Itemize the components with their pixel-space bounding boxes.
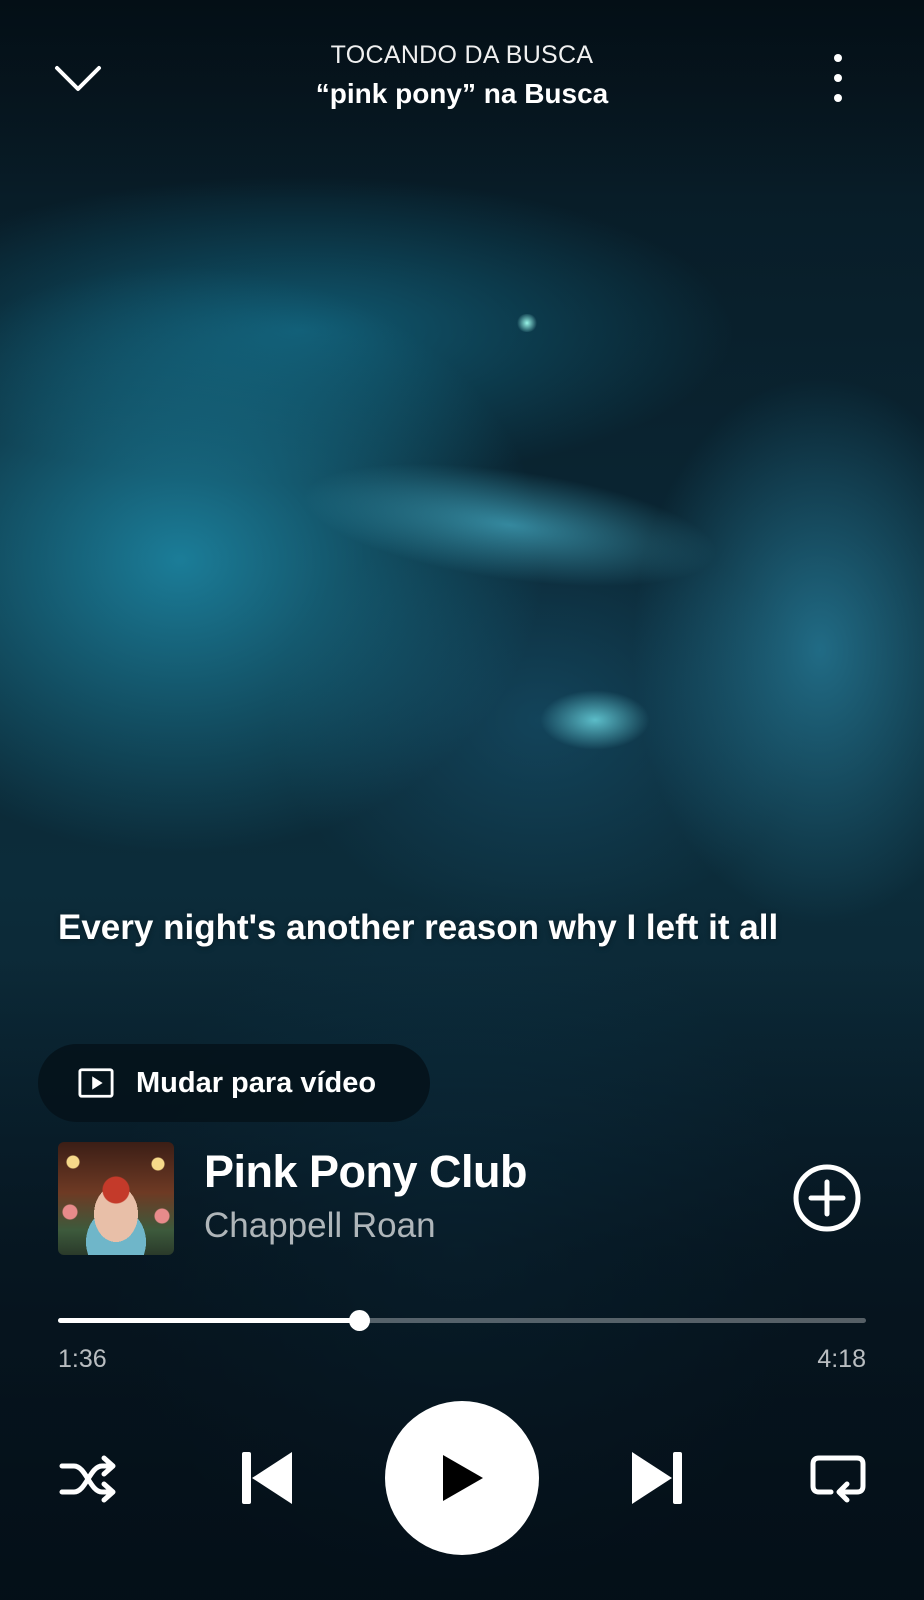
play-button[interactable] [385,1401,539,1555]
progress-bar[interactable] [58,1308,866,1332]
switch-to-video-button[interactable]: Mudar para vídeo [38,1044,430,1122]
video-play-icon [78,1067,114,1099]
collapse-button[interactable] [48,56,108,100]
switch-to-video-label: Mudar para vídeo [136,1066,377,1099]
add-circle-icon [793,1164,861,1232]
total-time: 4:18 [817,1345,866,1373]
track-artist[interactable]: Chappell Roan [204,1204,436,1248]
play-icon [443,1455,483,1501]
context-title[interactable]: “pink pony” na Busca [200,76,724,112]
repeat-button[interactable] [806,1448,870,1508]
album-art[interactable] [58,1142,174,1255]
background-artwork-glow [540,690,650,750]
add-to-library-button[interactable] [792,1163,862,1233]
background-artwork-highlight [294,441,726,609]
elapsed-time: 1:36 [58,1345,107,1373]
background-artwork-speck [516,314,538,332]
shuffle-button[interactable] [54,1450,124,1508]
skip-next-icon [632,1452,682,1504]
playing-context: TOCANDO DA BUSCA “pink pony” na Busca [200,40,724,112]
more-options-button[interactable] [818,50,858,106]
player-header: TOCANDO DA BUSCA “pink pony” na Busca [0,0,924,130]
more-vertical-icon-dot [834,94,842,102]
more-vertical-icon-dot [834,74,842,82]
more-vertical-icon [834,54,842,62]
skip-previous-icon [242,1452,292,1504]
track-title[interactable]: Pink Pony Club [204,1145,528,1199]
canvas-background [0,0,924,1600]
chevron-down-icon [55,66,101,91]
current-lyric-line[interactable]: Every night's another reason why I left … [58,905,878,951]
repeat-icon [810,1455,866,1503]
shuffle-icon [59,1455,116,1503]
context-label: TOCANDO DA BUSCA [330,41,594,69]
previous-button[interactable] [232,1444,300,1512]
next-button[interactable] [624,1444,692,1512]
progress-fill [58,1318,359,1323]
progress-thumb[interactable] [348,1310,370,1331]
